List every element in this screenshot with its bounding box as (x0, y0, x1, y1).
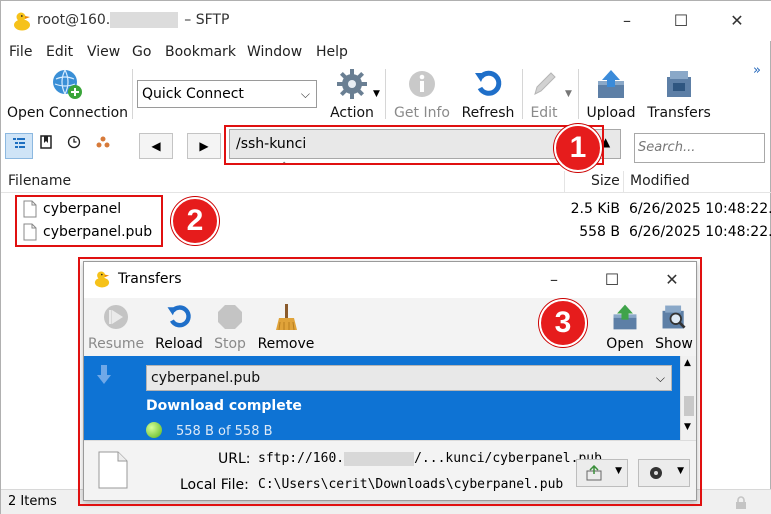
column-modified[interactable]: Modified (630, 173, 690, 189)
file-list-header: Filename Size Modified (1, 171, 771, 193)
file-modified: 6/26/2025 10:48:22... (629, 224, 771, 240)
pencil-icon (534, 72, 556, 95)
network-icon (96, 136, 110, 148)
toolbar-separator (132, 69, 133, 119)
forward-button[interactable]: ▶ (187, 133, 221, 159)
bonjour-view-button[interactable] (89, 133, 117, 159)
edit-dropdown-icon[interactable]: ▼ (565, 89, 572, 99)
toolbar-overflow-icon[interactable]: » (753, 63, 761, 78)
menu-help[interactable]: Help (316, 44, 348, 60)
toolbar-separator (385, 69, 386, 119)
gear-icon (337, 69, 367, 99)
lock-icon (736, 496, 746, 509)
annotation-badge-2: 2 (171, 197, 219, 245)
bookmarks-view-button[interactable] (32, 133, 60, 159)
item-count: 2 Items (8, 494, 57, 509)
annotation-badge-3: 3 (539, 299, 587, 347)
main-window: root@160. – SFTP – ☐ ✕ File Edit View Go … (0, 0, 771, 514)
column-divider (623, 171, 624, 193)
menu-window[interactable]: Window (247, 44, 302, 60)
column-size[interactable]: Size (591, 173, 620, 189)
edit-button[interactable]: Edit (524, 65, 564, 123)
toolbar: Open Connection Quick Connect ⌵ Action ▼ (1, 63, 771, 125)
globe-plus-icon (53, 69, 82, 99)
menu-bookmark[interactable]: Bookmark (165, 44, 236, 60)
annotation-box-transfers (78, 257, 702, 506)
annotation-box-path (224, 125, 604, 165)
annotation-badge-1: 1 (554, 124, 602, 172)
annotation-box-files (15, 195, 163, 247)
minimize-button[interactable]: – (607, 7, 647, 35)
quick-connect-select[interactable]: Quick Connect ⌵ (137, 80, 317, 108)
column-filename[interactable]: Filename (8, 173, 71, 189)
bookmark-icon (40, 135, 52, 149)
window-title: root@160. – SFTP (37, 12, 230, 28)
column-divider (564, 171, 565, 193)
transfers-button[interactable]: Transfers (645, 65, 713, 123)
transfers-icon (667, 71, 691, 97)
refresh-label: Refresh (461, 105, 515, 121)
open-connection-button[interactable]: Open Connection (7, 65, 129, 123)
action-dropdown-icon[interactable]: ▼ (373, 89, 380, 99)
refresh-icon (475, 70, 502, 96)
duck-logo-icon (14, 12, 30, 31)
upload-label: Upload (586, 105, 636, 121)
menu-edit[interactable]: Edit (46, 44, 73, 60)
search-input[interactable]: Search... (634, 133, 765, 163)
maximize-button[interactable]: ☐ (661, 7, 701, 35)
info-icon (409, 71, 435, 97)
file-size: 558 B (579, 224, 620, 240)
chevron-down-icon: ⌵ (300, 87, 310, 101)
open-connection-label: Open Connection (7, 105, 129, 121)
file-size: 2.5 KiB (570, 201, 620, 217)
transfers-label: Transfers (647, 105, 711, 121)
action-label: Action (330, 105, 374, 121)
close-button[interactable]: ✕ (717, 7, 757, 35)
edit-label: Edit (530, 105, 558, 121)
history-view-button[interactable] (60, 133, 88, 159)
redacted-host (110, 12, 179, 28)
upload-icon (598, 70, 624, 98)
outline-view-icon (13, 138, 25, 148)
browser-view-button[interactable] (5, 133, 33, 159)
upload-button[interactable]: Upload (581, 65, 641, 123)
menu-view[interactable]: View (87, 44, 120, 60)
refresh-button[interactable]: Refresh (457, 65, 519, 123)
get-info-button[interactable]: Get Info (391, 65, 453, 123)
back-button[interactable]: ◀ (139, 133, 173, 159)
file-modified: 6/26/2025 10:48:22... (629, 201, 771, 217)
menu-go[interactable]: Go (132, 44, 151, 60)
title-bar: root@160. – SFTP – ☐ ✕ (1, 1, 771, 41)
toolbar-separator (578, 69, 579, 119)
menu-file[interactable]: File (9, 44, 32, 60)
toolbar-separator (522, 69, 523, 119)
menu-bar: File Edit View Go Bookmark Window Help (1, 41, 771, 65)
get-info-label: Get Info (394, 105, 450, 121)
clock-icon (67, 135, 81, 149)
